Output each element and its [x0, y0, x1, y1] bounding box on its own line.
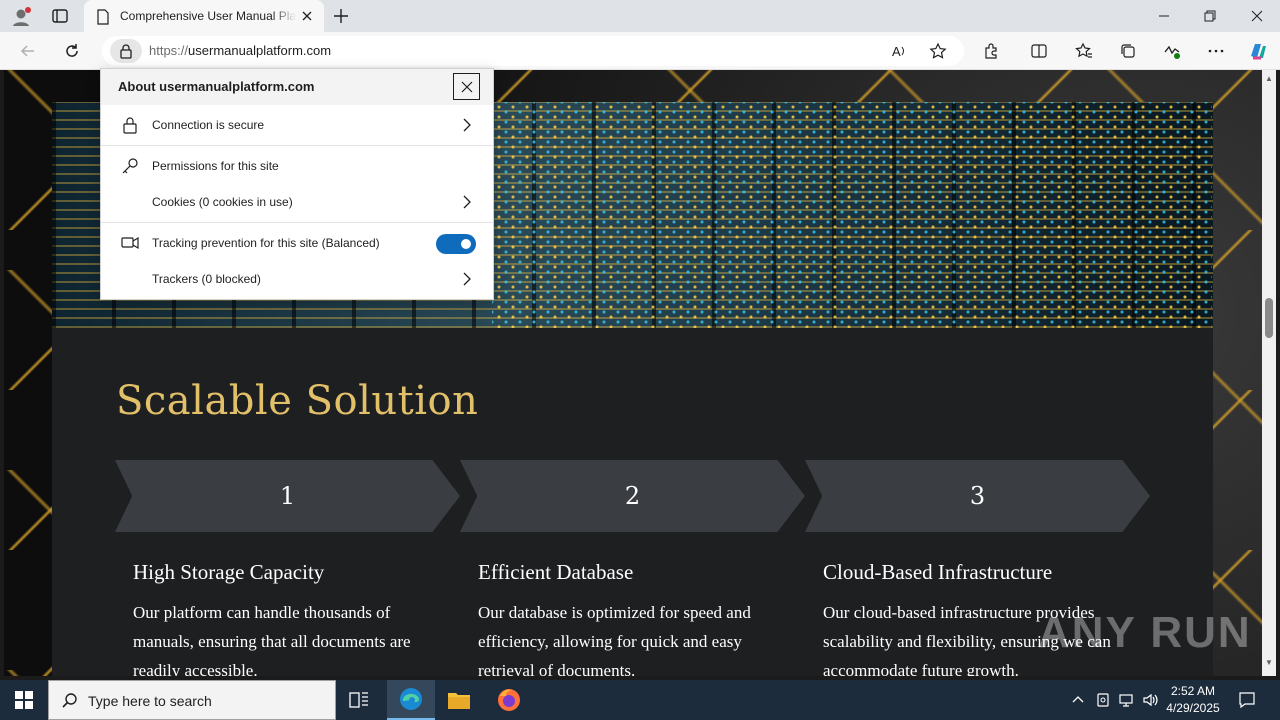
- lock-icon[interactable]: [110, 39, 142, 63]
- tab-actions-icon[interactable]: [50, 6, 70, 26]
- tab-title: Comprehensive User Manual Platform: [120, 9, 296, 23]
- profile-icon[interactable]: [10, 6, 32, 28]
- section-heading: Scalable Solution: [116, 378, 479, 424]
- edge-taskbar-icon[interactable]: [387, 680, 435, 720]
- site-info-popup: About usermanualplatform.com Connection …: [100, 68, 494, 300]
- chevron-right-icon: [459, 117, 475, 133]
- card-title: Cloud-Based Infrastructure: [823, 560, 1053, 584]
- chevron-right-icon: [459, 271, 475, 287]
- step-1: 1: [115, 460, 460, 532]
- search-placeholder: Type here to search: [88, 693, 212, 709]
- taskbar-search[interactable]: Type here to search: [48, 680, 336, 720]
- popup-close-button[interactable]: [453, 73, 480, 100]
- browser-toolbar: https://usermanualplatform.com A: [0, 32, 1280, 70]
- collections-icon[interactable]: [1113, 36, 1143, 66]
- card-title: High Storage Capacity: [133, 560, 325, 584]
- divider: [101, 222, 493, 223]
- clock-time[interactable]: 2:52 AM: [1164, 684, 1222, 698]
- taskbar: Type here to search 2:52 AM 4/29/2025: [0, 680, 1280, 720]
- popup-title: About usermanualplatform.com: [118, 79, 315, 94]
- popup-header: About usermanualplatform.com: [101, 69, 493, 105]
- step-3: 3: [805, 460, 1150, 532]
- scroll-down-icon[interactable]: ▼: [1265, 658, 1273, 667]
- extensions-icon[interactable]: [976, 36, 1006, 66]
- url-text: https://usermanualplatform.com: [149, 43, 332, 58]
- page-scrollbar[interactable]: ▲ ▼: [1262, 70, 1276, 676]
- search-icon: [61, 692, 79, 710]
- card-title: Efficient Database: [478, 560, 634, 584]
- tracking-row: Tracking prevention for this site (Balan…: [101, 224, 493, 262]
- chevron-right-icon: [459, 194, 475, 210]
- card-text: Our database is optimized for speed and …: [478, 603, 751, 676]
- tracking-camera-icon: [121, 234, 139, 252]
- svg-text:A: A: [892, 44, 901, 59]
- copilot-icon[interactable]: [1243, 36, 1273, 66]
- scroll-thumb[interactable]: [1265, 298, 1273, 338]
- favorite-star-icon[interactable]: [923, 36, 953, 66]
- notifications-icon[interactable]: [1238, 691, 1256, 709]
- refresh-icon[interactable]: [57, 36, 87, 66]
- row-label: Tracking prevention for this site (Balan…: [152, 236, 380, 250]
- back-icon[interactable]: [13, 36, 43, 66]
- device-icon[interactable]: [1095, 692, 1111, 708]
- tab-close-icon[interactable]: [300, 9, 314, 23]
- scroll-up-icon[interactable]: ▲: [1265, 74, 1273, 83]
- task-view-icon[interactable]: [348, 690, 370, 710]
- server-lights: [492, 102, 1212, 328]
- row-label: Trackers (0 blocked): [152, 272, 261, 286]
- new-tab-icon[interactable]: [331, 6, 351, 26]
- cookies-row[interactable]: Cookies (0 cookies in use): [101, 183, 493, 221]
- restore-button[interactable]: [1187, 0, 1233, 32]
- browser-tab[interactable]: Comprehensive User Manual Platform: [84, 0, 324, 32]
- lock-icon: [121, 116, 139, 134]
- page-icon: [96, 9, 110, 25]
- row-label: Permissions for this site: [152, 159, 279, 173]
- more-options-icon[interactable]: [1201, 36, 1231, 66]
- trackers-row[interactable]: Trackers (0 blocked): [101, 260, 493, 298]
- watermark: ANY RUN: [1038, 608, 1252, 657]
- permissions-row[interactable]: Permissions for this site: [101, 147, 493, 185]
- volume-icon[interactable]: [1142, 692, 1160, 708]
- windows-start-icon[interactable]: [14, 690, 34, 710]
- row-label: Connection is secure: [152, 118, 265, 132]
- file-explorer-icon[interactable]: [446, 688, 472, 712]
- performance-icon[interactable]: [1157, 36, 1187, 66]
- read-aloud-icon[interactable]: A: [884, 36, 914, 66]
- minimize-button[interactable]: [1141, 0, 1187, 32]
- firefox-icon[interactable]: [496, 687, 522, 713]
- network-icon[interactable]: [1118, 692, 1136, 708]
- favorites-icon[interactable]: [1069, 36, 1099, 66]
- chevron-up-icon[interactable]: [1070, 692, 1086, 708]
- card-text: Our platform can handle thousands of man…: [133, 603, 411, 676]
- connection-row[interactable]: Connection is secure: [101, 106, 493, 144]
- address-bar[interactable]: https://usermanualplatform.com A: [102, 36, 964, 66]
- browser-title-bar: Comprehensive User Manual Platform: [0, 0, 1280, 32]
- split-screen-icon[interactable]: [1024, 36, 1054, 66]
- step-2: 2: [460, 460, 805, 532]
- close-window-button[interactable]: [1234, 0, 1280, 32]
- key-icon: [121, 157, 139, 175]
- close-icon: [461, 81, 472, 92]
- divider: [101, 145, 493, 146]
- row-label: Cookies (0 cookies in use): [152, 195, 293, 209]
- tracking-toggle[interactable]: [436, 234, 476, 254]
- clock-date[interactable]: 4/29/2025: [1164, 701, 1222, 715]
